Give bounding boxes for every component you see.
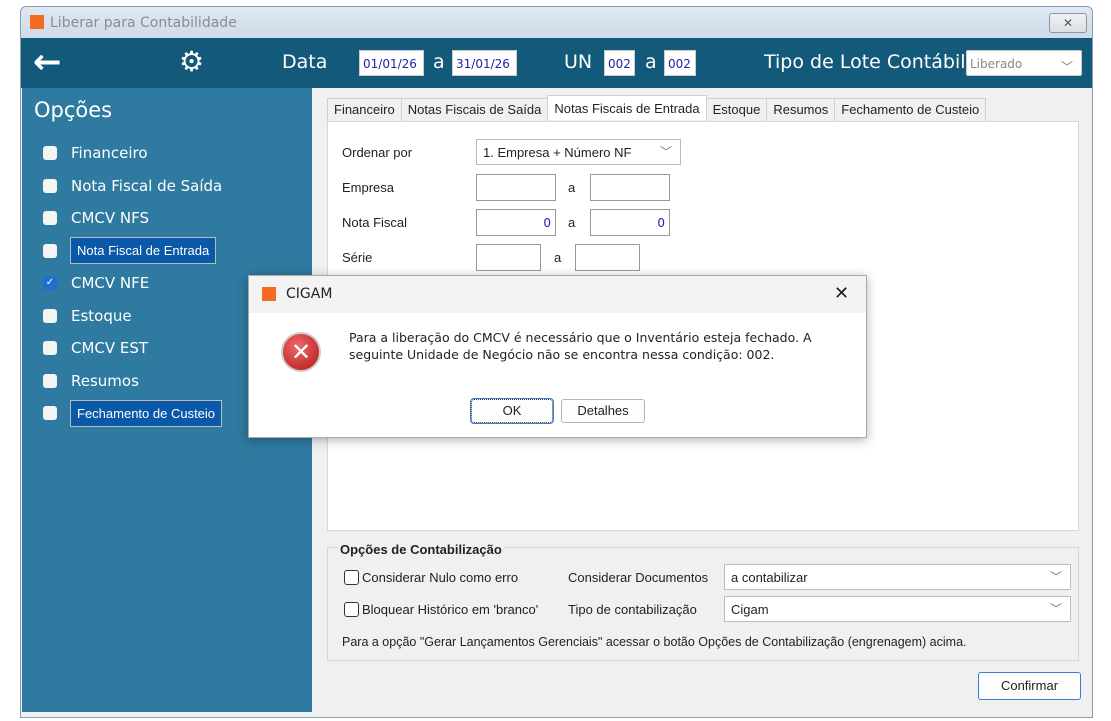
docs-value: a contabilizar — [731, 570, 808, 585]
group-title: Opções de Contabilização — [338, 542, 504, 557]
title-bar: Liberar para Contabilidade ✕ — [21, 7, 1092, 38]
tipo-select[interactable]: Cigam ﹀ — [724, 596, 1071, 622]
empresa-label: Empresa — [342, 180, 395, 195]
date-to-input[interactable]: 31/01/26 — [452, 50, 517, 76]
header-bar: ← ⚙ Data 01/01/26 a 31/01/26 UN 002 a 00… — [21, 38, 1092, 88]
app-logo-icon — [30, 15, 44, 29]
serie-label: Série — [342, 250, 373, 265]
nota-label: Nota Fiscal — [342, 215, 408, 230]
dialog-title-bar: CIGAM ✕ — [249, 276, 866, 313]
tab[interactable]: Notas Fiscais de Entrada — [547, 95, 707, 120]
sidebar-item[interactable]: Fechamento de Custeio — [43, 399, 223, 427]
to-label: a — [568, 180, 576, 195]
sidebar-item[interactable]: CMCV EST — [43, 336, 149, 360]
sidebar-item-label: Resumos — [71, 371, 139, 390]
sidebar-item[interactable]: Nota Fiscal de Entrada — [43, 237, 217, 264]
options-note: Para a opção "Gerar Lançamentos Gerencia… — [342, 635, 967, 649]
checkbox[interactable] — [43, 211, 57, 225]
docs-select[interactable]: a contabilizar ﹀ — [724, 564, 1071, 590]
checkbox[interactable] — [43, 243, 57, 258]
checkbox[interactable] — [43, 146, 57, 160]
confirm-button[interactable]: Confirmar — [978, 672, 1081, 700]
checkbox[interactable] — [43, 373, 57, 388]
sidebar-item-label: Nota Fiscal de Entrada — [70, 237, 217, 264]
message-line: Para a liberação do CMCV é necessário qu… — [349, 330, 812, 345]
dialog-title: CIGAM — [286, 286, 333, 302]
un-label: UN — [564, 51, 593, 73]
back-arrow-icon[interactable]: ← — [33, 42, 62, 82]
window-close-button[interactable]: ✕ — [1049, 13, 1087, 33]
nulo-checkbox[interactable] — [344, 570, 359, 585]
tab[interactable]: Notas Fiscais de Saída — [400, 98, 549, 122]
sidebar-item[interactable]: Financeiro — [43, 141, 149, 165]
error-dialog: CIGAM ✕ ✕ Para a liberação do CMCV é nec… — [248, 275, 867, 438]
to-label: a — [554, 250, 562, 265]
checkbox[interactable] — [43, 341, 57, 355]
tab[interactable]: Fechamento de Custeio — [834, 98, 987, 122]
bloquear-label: Bloquear Histórico em 'branco' — [362, 602, 539, 617]
tipo-label: Tipo de contabilização — [568, 602, 697, 617]
dialog-message: Para a liberação do CMCV é necessário qu… — [349, 329, 812, 363]
details-button[interactable]: Detalhes — [561, 399, 645, 423]
nota-to-input[interactable]: 0 — [590, 209, 670, 236]
sidebar-item-label: Estoque — [71, 306, 132, 325]
sidebar-item[interactable]: ✓ CMCV NFE — [43, 271, 150, 295]
checkbox[interactable] — [43, 308, 57, 323]
data-label: Data — [282, 51, 328, 73]
un-from-input[interactable]: 002 — [604, 50, 635, 76]
sidebar-item-label: Financeiro — [71, 144, 148, 162]
chevron-down-icon: ﹀ — [1060, 60, 1073, 74]
tipo-value: Cigam — [731, 602, 769, 617]
sidebar-item[interactable]: Estoque — [43, 304, 133, 328]
tab[interactable]: Resumos — [766, 98, 836, 122]
serie-from-input[interactable] — [476, 244, 541, 271]
tab-strip: Financeiro Notas Fiscais de Saída Notas Fi… — [327, 95, 987, 122]
to-label: a — [568, 215, 576, 230]
date-from-input[interactable]: 01/01/26 — [359, 50, 424, 76]
checkbox[interactable] — [43, 178, 57, 193]
nulo-label: Considerar Nulo como erro — [362, 570, 519, 585]
sidebar-item-label: CMCV NFE — [71, 274, 150, 292]
to-label: a — [433, 51, 445, 73]
sidebar-item-label: Fechamento de Custeio — [70, 399, 223, 427]
sidebar-item[interactable]: CMCV NFS — [43, 206, 150, 230]
opcoes-contabilizacao-group: Opções de Contabilização Considerar Nulo… — [327, 542, 1079, 661]
message-line: seguinte Unidade de Negócio não se encon… — [349, 347, 775, 362]
app-logo-icon — [262, 287, 276, 301]
tipo-lote-label: Tipo de Lote Contábil — [764, 51, 966, 73]
gear-icon[interactable]: ⚙ — [179, 45, 204, 78]
bloquear-checkbox[interactable] — [344, 602, 359, 617]
serie-to-input[interactable] — [575, 244, 640, 271]
sidebar-item[interactable]: Nota Fiscal de Saída — [43, 174, 223, 198]
sidebar-item-label: Nota Fiscal de Saída — [71, 176, 223, 195]
chevron-down-icon: ﹀ — [659, 145, 672, 159]
sidebar-item-label: CMCV EST — [71, 339, 149, 357]
ordenar-label: Ordenar por — [342, 145, 413, 160]
tipo-lote-value: Liberado — [970, 57, 1023, 71]
ordenar-value: 1. Empresa + Número NF — [483, 145, 632, 160]
sidebar-item[interactable]: Resumos — [43, 369, 140, 393]
nota-from-input[interactable]: 0 — [476, 209, 556, 236]
dialog-close-button[interactable]: ✕ — [834, 283, 849, 304]
tab[interactable]: Financeiro — [327, 98, 402, 122]
sidebar-title: Opções — [34, 98, 113, 122]
error-icon: ✕ — [281, 332, 321, 372]
ok-button[interactable]: OK — [470, 398, 554, 424]
tipo-lote-select[interactable]: Liberado ﹀ — [966, 50, 1082, 76]
docs-label: Considerar Documentos — [568, 570, 709, 585]
empresa-from-input[interactable] — [476, 174, 556, 201]
sidebar-item-label: CMCV NFS — [71, 209, 150, 227]
ordenar-select[interactable]: 1. Empresa + Número NF ﹀ — [476, 139, 681, 165]
checkbox[interactable]: ✓ — [43, 276, 57, 290]
chevron-down-icon: ﹀ — [1049, 570, 1062, 584]
chevron-down-icon: ﹀ — [1049, 602, 1062, 616]
to-label: a — [645, 51, 657, 73]
checkbox[interactable] — [43, 406, 57, 420]
tab[interactable]: Estoque — [705, 98, 768, 122]
un-to-input[interactable]: 002 — [664, 50, 696, 76]
window-title: Liberar para Contabilidade — [50, 15, 237, 31]
empresa-to-input[interactable] — [590, 174, 670, 201]
